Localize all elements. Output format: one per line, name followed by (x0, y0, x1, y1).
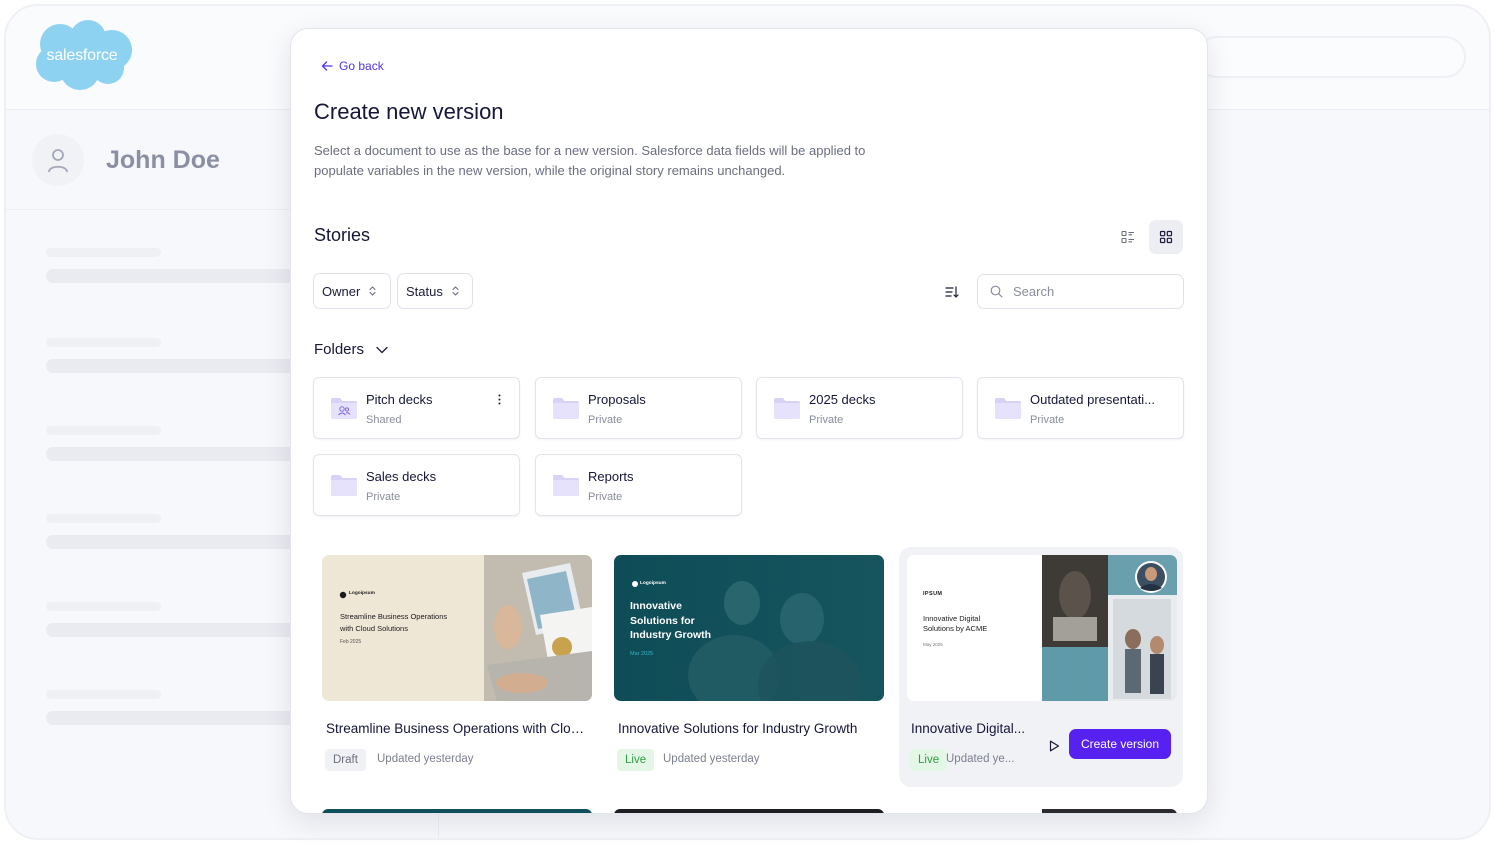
status-filter[interactable]: Status (397, 273, 473, 309)
story-title: Innovative Digital... (911, 721, 1026, 736)
folder-menu-button[interactable] (495, 392, 503, 406)
skeleton-row (46, 338, 306, 373)
search-input[interactable] (1013, 284, 1173, 299)
folder-card[interactable]: Reports Private (535, 454, 742, 516)
user-profile: John Doe (6, 110, 306, 210)
story-card[interactable]: Logoipsum Innovative Solutions for Indus… (606, 547, 890, 787)
arrow-left-icon (321, 61, 333, 71)
user-icon (48, 149, 68, 173)
salesforce-logo: salesforce (30, 18, 134, 92)
chevron-up-down-icon (452, 286, 459, 296)
modal-description: Select a document to use as the base for… (314, 143, 866, 178)
story-title: Streamline Business Operations with Clou… (326, 721, 588, 736)
create-version-button[interactable]: Create version (1069, 729, 1171, 759)
folders-toggle[interactable]: Folders (314, 341, 388, 358)
status-badge: Live (617, 749, 655, 771)
chevron-down-icon (376, 346, 388, 353)
folders-heading: Folders (314, 341, 365, 358)
go-back-label: Go back (339, 59, 384, 73)
sort-icon (945, 286, 959, 298)
thumb-brand: Logoipsum (640, 581, 666, 586)
thumb-heading-line: Solutions for (630, 614, 695, 627)
folder-name: Sales decks (366, 469, 437, 484)
folder-name: Outdated presentati... (1030, 392, 1156, 407)
go-back-link[interactable]: Go back (321, 59, 384, 73)
folder-visibility: Private (809, 414, 844, 426)
story-thumbnail-peek (907, 809, 1177, 813)
grid-view-button[interactable] (1149, 220, 1183, 254)
folder-card[interactable]: Proposals Private (535, 377, 742, 439)
skeleton-row (46, 248, 306, 283)
sort-button[interactable] (941, 281, 963, 303)
skeleton-row (46, 602, 306, 637)
thumb-heading-line: with Cloud Solutions (340, 624, 408, 633)
folder-name: Reports (588, 469, 634, 484)
thumb-heading-line: Solutions by ACME (923, 624, 988, 633)
more-vertical-icon (498, 394, 500, 404)
thumb-brand: IPSUM (923, 591, 943, 597)
create-version-modal: Go back Create new version Select a docu… (290, 28, 1208, 814)
owner-filter[interactable]: Owner (313, 273, 391, 309)
search-icon (990, 285, 1003, 298)
divider (438, 814, 439, 838)
thumb-date: May 2025 (923, 642, 943, 647)
folder-card[interactable]: Pitch decks Shared (313, 377, 520, 439)
preview-play-button[interactable] (1045, 737, 1063, 755)
thumb-heading: Innovative Digital Solutions by ACME (923, 614, 987, 634)
status-badge: Live (910, 749, 948, 771)
thumb-heading-line: Innovative (630, 600, 682, 612)
folder-icon (552, 472, 580, 498)
chevron-up-down-icon (369, 286, 376, 296)
folder-icon (994, 395, 1022, 421)
status-filter-label: Status (406, 283, 443, 299)
folder-card[interactable]: Outdated presentati... Private (977, 377, 1184, 439)
folder-visibility: Private (1030, 414, 1065, 426)
user-name: John Doe (106, 146, 220, 174)
status-badge: Draft (325, 749, 366, 771)
thumb-heading-line: Industry Growth (630, 629, 712, 641)
thumb-heading-line: Streamline Business Operations (340, 612, 448, 621)
skeleton-row (46, 690, 306, 725)
list-view-icon (1121, 230, 1134, 244)
thumb-heading: Streamline Business Operations with Clou… (340, 611, 447, 635)
skeleton-row (46, 514, 306, 549)
folder-icon (773, 395, 801, 421)
updated-text: Updated yesterday (663, 753, 760, 765)
folder-name: 2025 decks (809, 392, 876, 407)
folder-card[interactable]: Sales decks Private (313, 454, 520, 516)
list-view-button[interactable] (1111, 220, 1145, 254)
story-card[interactable]: IPSUM Innovative Digital Solutions by AC… (899, 547, 1183, 787)
folder-visibility: Shared (366, 414, 402, 426)
thumb-date: Feb 2025 (340, 639, 362, 645)
folder-icon (330, 472, 358, 498)
grid-view-icon (1159, 230, 1173, 244)
folder-card[interactable]: 2025 decks Private (756, 377, 963, 439)
stories-heading: Stories (314, 225, 371, 245)
story-thumbnail-peek (614, 809, 884, 813)
updated-text: Updated ye... (946, 753, 1015, 765)
updated-text: Updated yesterday (377, 753, 474, 765)
story-card[interactable]: Logoipsum Streamline Business Operations… (314, 547, 598, 787)
shared-folder-icon (330, 395, 358, 421)
avatar (32, 134, 84, 186)
folder-visibility: Private (366, 491, 401, 503)
skeleton-row (46, 426, 306, 461)
play-icon (1049, 740, 1059, 752)
search-box[interactable] (977, 274, 1184, 309)
owner-filter-label: Owner (322, 283, 361, 299)
story-title: Innovative Solutions for Industry Growth (618, 721, 858, 736)
folder-name: Proposals (588, 392, 646, 407)
folder-icon (552, 395, 580, 421)
thumb-heading: Innovative Solutions for Industry Growth (630, 599, 711, 643)
background-search-bar (1196, 36, 1466, 78)
folder-visibility: Private (588, 491, 623, 503)
thumb-heading-line: Innovative Digital (923, 614, 981, 623)
folder-visibility: Private (588, 414, 623, 426)
thumb-date: Mar 2025 (630, 651, 654, 657)
folder-name: Pitch decks (366, 392, 433, 407)
thumb-brand: Logoipsum (349, 591, 375, 596)
logo-text: salesforce (46, 47, 118, 64)
modal-title: Create new version (314, 99, 504, 124)
story-thumbnail-peek (322, 809, 592, 813)
